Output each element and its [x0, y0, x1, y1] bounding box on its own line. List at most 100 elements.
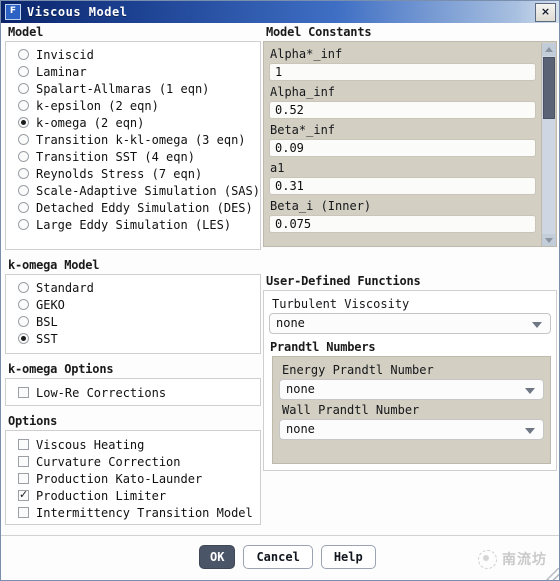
radio-icon[interactable] — [18, 66, 29, 77]
udf-group-title: User-Defined Functions — [266, 274, 421, 288]
radio-icon[interactable] — [18, 185, 29, 196]
model-option-k-epsilon[interactable]: k-epsilon (2 eqn) — [6, 97, 260, 114]
option-label: Standard — [36, 280, 94, 295]
radio-icon[interactable] — [18, 83, 29, 94]
komega-model-group-title: k-omega Model — [8, 258, 100, 272]
model-constants-title: Model Constants — [266, 25, 372, 39]
option-label: Production Limiter — [36, 488, 167, 503]
window-title: Viscous Model — [27, 5, 128, 19]
model-option-transition-k-kl-omega[interactable]: Transition k-kl-omega (3 eqn) — [6, 131, 260, 148]
field-input-alpha-inf[interactable]: 0.52 — [269, 101, 536, 119]
checkbox-row-low-re-corrections[interactable]: Low-Re Corrections — [6, 384, 260, 401]
turbulent-viscosity-label: Turbulent Viscosity — [272, 297, 410, 311]
field-label-alpha-star-inf: Alpha*_inf — [270, 47, 343, 61]
model-option-reynolds-stress[interactable]: Reynolds Stress (7 eqn) — [6, 165, 260, 182]
checkbox-row-intermittency-transition-model[interactable]: Intermittency Transition Model — [6, 504, 260, 521]
radio-icon[interactable] — [18, 134, 29, 145]
komega-option-geko[interactable]: GEKO — [6, 296, 260, 313]
komega-option-sst[interactable]: SST — [6, 330, 260, 347]
checkbox-icon-checked[interactable] — [18, 488, 29, 501]
turbulent-viscosity-value: none — [276, 316, 305, 330]
field-label-beta-star-inf: Beta*_inf — [270, 123, 336, 137]
checkbox-icon[interactable] — [18, 387, 29, 398]
left-column: Model Inviscid Laminar Spalart-Allmaras … — [5, 23, 261, 525]
option-label: Production Kato-Launder — [36, 471, 203, 486]
wall-prandtl-number-dropdown[interactable]: none — [279, 419, 544, 440]
prandtl-numbers-title: Prandtl Numbers — [270, 340, 376, 354]
radio-icon[interactable] — [18, 49, 29, 60]
checkbox-icon[interactable] — [18, 456, 29, 467]
close-icon[interactable]: × — [535, 2, 556, 22]
radio-icon[interactable] — [18, 151, 29, 162]
option-label: Intermittency Transition Model — [36, 505, 253, 520]
energy-prandtl-number-label: Energy Prandtl Number — [282, 363, 434, 377]
radio-icon-selected[interactable] — [18, 117, 29, 128]
chevron-down-icon[interactable] — [525, 388, 535, 394]
field-input-alpha-star-inf[interactable]: 1 — [269, 63, 536, 81]
watermark-text: 南流坊 — [502, 552, 547, 568]
radio-icon[interactable] — [18, 168, 29, 179]
komega-option-bsl[interactable]: BSL — [6, 313, 260, 330]
field-input-a1[interactable]: 0.31 — [269, 177, 536, 195]
scroll-down-icon[interactable] — [542, 234, 556, 246]
model-option-k-omega[interactable]: k-omega (2 eqn) — [6, 114, 260, 131]
option-label: Spalart-Allmaras (1 eqn) — [36, 81, 210, 96]
model-option-large-eddy-simulation[interactable]: Large Eddy Simulation (LES) — [6, 216, 260, 233]
udf-panel: Turbulent Viscosity none Prandtl Numbers… — [263, 290, 557, 471]
checkbox-row-production-kato-launder[interactable]: Production Kato-Launder — [6, 470, 260, 487]
model-option-transition-sst[interactable]: Transition SST (4 eqn) — [6, 148, 260, 165]
radio-icon[interactable] — [18, 299, 29, 310]
model-option-detached-eddy-simulation[interactable]: Detached Eddy Simulation (DES) — [6, 199, 260, 216]
radio-icon[interactable] — [18, 100, 29, 111]
right-column: Model Constants Alpha*_inf 1 Alpha_inf 0… — [263, 23, 557, 471]
ok-button[interactable]: OK — [199, 545, 236, 569]
title-bar[interactable]: F Viscous Model × — [1, 1, 559, 23]
model-constants-scrollbar[interactable] — [541, 43, 556, 246]
chevron-down-icon[interactable] — [532, 322, 542, 328]
footer-button-row: OK Cancel Help — [199, 545, 376, 569]
option-label: GEKO — [36, 297, 65, 312]
viscous-model-dialog: F Viscous Model × Model Inviscid Laminar — [0, 0, 560, 581]
model-constants-fields: Alpha*_inf 1 Alpha_inf 0.52 Beta*_inf 0.… — [264, 42, 540, 237]
radio-icon[interactable] — [18, 282, 29, 293]
scrollbar-thumb[interactable] — [543, 57, 555, 119]
turbulent-viscosity-dropdown[interactable]: none — [269, 313, 551, 334]
option-label: Transition SST (4 eqn) — [36, 149, 195, 164]
radio-icon[interactable] — [18, 316, 29, 327]
checkbox-row-curvature-correction[interactable]: Curvature Correction — [6, 453, 260, 470]
checkbox-icon[interactable] — [18, 473, 29, 484]
help-button[interactable]: Help — [320, 545, 376, 569]
checkbox-icon[interactable] — [18, 507, 29, 518]
dialog-footer: OK Cancel Help 南流坊 — [1, 535, 559, 580]
resize-grip[interactable] — [546, 568, 559, 580]
model-constants-panel: Alpha*_inf 1 Alpha_inf 0.52 Beta*_inf 0.… — [263, 41, 557, 247]
radio-icon-selected[interactable] — [18, 333, 29, 344]
radio-icon[interactable] — [18, 202, 29, 213]
model-option-inviscid[interactable]: Inviscid — [6, 46, 260, 63]
checkbox-row-viscous-heating[interactable]: Viscous Heating — [6, 436, 260, 453]
field-input-beta-i-inner[interactable]: 0.075 — [269, 215, 536, 233]
prandtl-numbers-panel: Energy Prandtl Number none Wall Prandtl … — [272, 356, 551, 464]
model-option-spalart-allmaras[interactable]: Spalart-Allmaras (1 eqn) — [6, 80, 260, 97]
checkbox-icon[interactable] — [18, 439, 29, 450]
model-option-scale-adaptive-simulation[interactable]: Scale-Adaptive Simulation (SAS) — [6, 182, 260, 199]
komega-options-group-title: k-omega Options — [8, 362, 114, 376]
fluent-app-icon: F — [5, 4, 21, 20]
chevron-down-icon[interactable] — [525, 428, 535, 434]
option-label: Transition k-kl-omega (3 eqn) — [36, 132, 246, 147]
komega-option-standard[interactable]: Standard — [6, 279, 260, 296]
watermark-logo-icon — [478, 549, 497, 569]
model-option-laminar[interactable]: Laminar — [6, 63, 260, 80]
option-label: Curvature Correction — [36, 454, 181, 469]
field-input-beta-star-inf[interactable]: 0.09 — [269, 139, 536, 157]
field-label-alpha-inf: Alpha_inf — [270, 85, 336, 99]
option-label: k-epsilon (2 eqn) — [36, 98, 159, 113]
options-checkbox-group: Viscous Heating Curvature Correction Pro… — [5, 430, 261, 525]
energy-prandtl-number-dropdown[interactable]: none — [279, 379, 544, 400]
wall-prandtl-number-value: none — [286, 422, 315, 436]
cancel-button[interactable]: Cancel — [243, 545, 313, 569]
checkbox-row-production-limiter[interactable]: Production Limiter — [6, 487, 260, 504]
scroll-up-icon[interactable] — [542, 43, 556, 56]
field-label-a1: a1 — [270, 161, 285, 175]
radio-icon[interactable] — [18, 219, 29, 230]
